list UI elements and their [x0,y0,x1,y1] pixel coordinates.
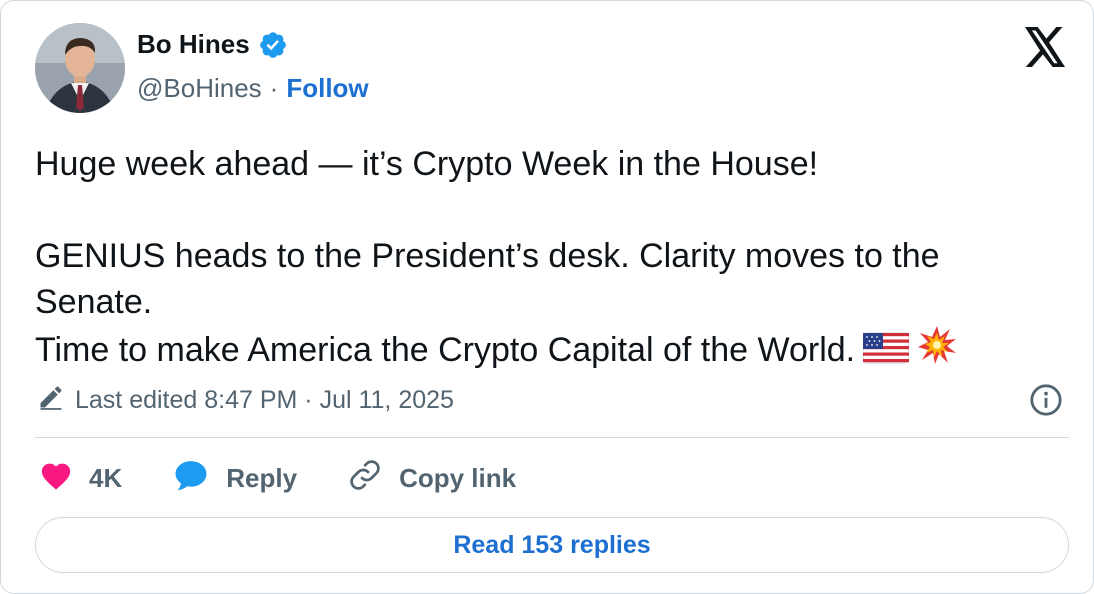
tweet-line-1: Huge week ahead — it’s Crypto Week in th… [35,145,819,183]
info-icon[interactable] [1029,383,1063,417]
tweet-card: Bo Hines @BoHines · Follow Huge week ahe… [0,0,1094,594]
edit-info-row[interactable]: Last edited 8:47 PM · Jul 11, 2025 [37,383,454,418]
copy-link-button[interactable]: Copy link [347,457,516,500]
tweet-line-3: Time to make America the Crypto Capital … [35,331,856,369]
reply-button[interactable]: Reply [172,458,297,499]
read-replies-button[interactable]: Read 153 replies [35,517,1069,573]
action-bar: 4K Reply Copy link [39,457,516,500]
collision-icon [917,325,957,377]
speech-bubble-icon [172,458,210,499]
reply-label: Reply [226,463,298,493]
handle-row: @BoHines · Follow [137,73,369,104]
us-flag-icon [862,331,910,377]
like-count: 4K [89,463,123,493]
verified-badge-icon [258,30,288,60]
link-icon [347,457,383,500]
pencil-icon [37,383,65,418]
separator-dot: · [269,73,279,103]
divider [35,437,1069,438]
tweet-text: Huge week ahead — it’s Crypto Week in th… [35,141,1053,377]
x-logo-icon[interactable] [1023,27,1067,67]
last-edited-text: Last edited 8:47 PM · Jul 11, 2025 [75,386,454,414]
avatar[interactable] [35,23,125,113]
heart-icon [39,459,73,498]
tweet-line-2: GENIUS heads to the President’s desk. Cl… [35,237,940,321]
like-button[interactable]: 4K [39,459,122,498]
author-handle[interactable]: @BoHines [137,73,262,104]
author-name[interactable]: Bo Hines [137,29,250,60]
author-name-row: Bo Hines [137,29,288,60]
copy-link-label: Copy link [399,463,517,493]
tweet-line-3-wrap: Time to make America the Crypto Capital … [35,325,1053,377]
follow-button[interactable]: Follow [286,73,368,104]
